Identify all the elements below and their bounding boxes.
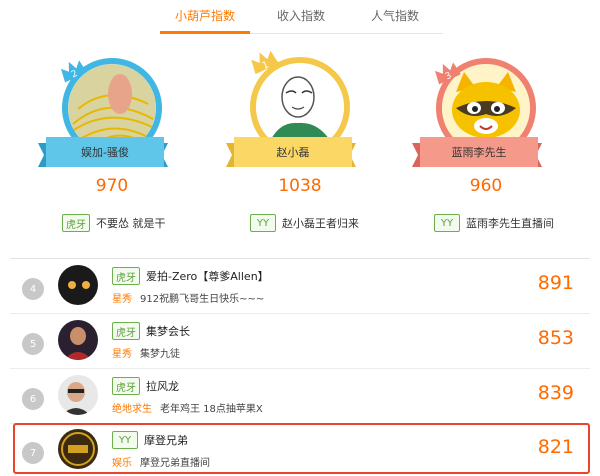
platform-tag: YY xyxy=(250,214,276,232)
category-label[interactable]: 绝地求生 xyxy=(112,400,152,415)
score-value: 891 xyxy=(537,272,574,294)
avatar[interactable] xyxy=(58,375,98,415)
table-row[interactable]: 4 虎牙 爱拍-Zero【尊爹Allen】 星秀 912祝鹏飞哥生日快乐~~~ … xyxy=(10,260,590,312)
divider xyxy=(10,313,590,314)
score-value: 839 xyxy=(537,382,574,404)
platform-tag: 虎牙 xyxy=(62,214,90,232)
streamer-name[interactable]: 拉风龙 xyxy=(146,378,179,394)
active-tab-indicator xyxy=(160,31,250,34)
avatar[interactable] xyxy=(58,429,98,469)
divider xyxy=(10,368,590,369)
rank-badge: 5 xyxy=(22,333,44,355)
streamer-name[interactable]: 蓝雨李先生 xyxy=(452,144,507,160)
score-value: 853 xyxy=(537,327,574,349)
tab-income-index[interactable]: 收入指数 xyxy=(256,7,346,33)
room-title[interactable]: 老年鸡王 18点抽苹果X xyxy=(160,400,263,415)
room-title[interactable]: 集梦九徒 xyxy=(140,345,180,360)
name-ribbon: 赵小磊 xyxy=(234,137,352,167)
table-row[interactable]: 5 虎牙 集梦会长 星秀 集梦九徒 853 xyxy=(10,315,590,367)
platform-tag: 虎牙 xyxy=(112,322,140,340)
crown-icon: 2 xyxy=(60,60,87,83)
streamer-name[interactable]: 娱加-骚俊 xyxy=(81,144,129,160)
table-row[interactable]: 6 虎牙 拉风龙 绝地求生 老年鸡王 18点抽苹果X 839 xyxy=(10,370,590,422)
platform-tag: 虎牙 xyxy=(112,267,140,285)
streamer-name[interactable]: 摩登兄弟 xyxy=(144,432,188,448)
streamer-name[interactable]: 赵小磊 xyxy=(277,144,310,160)
score-value: 970 xyxy=(95,176,129,196)
rank-badge: 7 xyxy=(22,442,44,464)
category-label[interactable]: 星秀 xyxy=(112,345,132,360)
score-value: 821 xyxy=(537,436,574,458)
room-title[interactable]: 不要怂 就是干 xyxy=(96,215,166,231)
room-title[interactable]: 蓝雨李先生直播间 xyxy=(466,215,554,231)
category-label[interactable]: 娱乐 xyxy=(112,454,132,469)
crown-icon: 3 xyxy=(434,62,461,85)
score-value: 1038 xyxy=(278,176,322,196)
table-row[interactable]: 7 YY 摩登兄弟 娱乐 摩登兄弟直播间 821 xyxy=(10,424,590,476)
crown-icon: 1 xyxy=(251,50,279,75)
tab-popularity-index[interactable]: 人气指数 xyxy=(350,7,440,33)
name-ribbon: 娱加-骚俊 xyxy=(46,137,164,167)
platform-tag: YY xyxy=(434,214,460,232)
room-title[interactable]: 赵小磊王者归来 xyxy=(282,215,359,231)
platform-tag: 虎牙 xyxy=(112,377,140,395)
room-title[interactable]: 摩登兄弟直播间 xyxy=(140,454,210,469)
rank-badge: 6 xyxy=(22,388,44,410)
platform-tag: YY xyxy=(112,431,138,449)
category-label[interactable]: 星秀 xyxy=(112,290,132,305)
room-title[interactable]: 912祝鹏飞哥生日快乐~~~ xyxy=(140,290,264,305)
name-ribbon: 蓝雨李先生 xyxy=(420,137,538,167)
tab-bar: 小葫芦指数 收入指数 人气指数 xyxy=(160,0,443,34)
platform-row: YY 蓝雨李先生直播间 xyxy=(434,213,554,233)
avatar[interactable] xyxy=(58,320,98,360)
score-value: 960 xyxy=(469,176,503,196)
streamer-name[interactable]: 集梦会长 xyxy=(146,323,190,339)
divider xyxy=(10,258,590,259)
avatar[interactable] xyxy=(58,265,98,305)
rank-badge: 4 xyxy=(22,278,44,300)
tab-xiaohulu-index[interactable]: 小葫芦指数 xyxy=(160,7,250,33)
platform-row: 虎牙 不要怂 就是干 xyxy=(62,213,166,233)
streamer-name[interactable]: 爱拍-Zero【尊爹Allen】 xyxy=(146,268,269,284)
platform-row: YY 赵小磊王者归来 xyxy=(250,213,359,233)
